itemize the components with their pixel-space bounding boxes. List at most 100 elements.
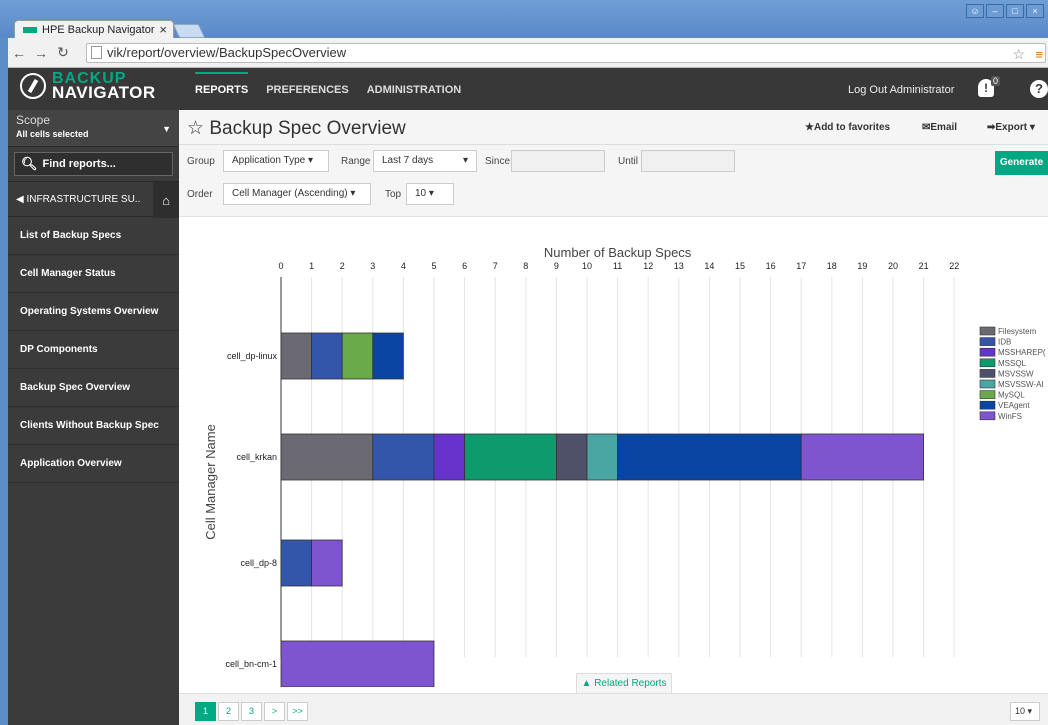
bar-segment-idb <box>280 539 313 587</box>
hpe-favicon-icon <box>23 26 37 33</box>
next-page-button[interactable]: > <box>264 702 285 721</box>
forward-icon[interactable]: → <box>30 45 52 61</box>
x-tick-label: 16 <box>766 261 776 271</box>
x-tick-label: 14 <box>704 261 714 271</box>
sidebar: Scope All cells selected ▼ 🔍︎ Find repor… <box>8 110 179 725</box>
filter-bar: Group Application Type ▾ Range Last 7 da… <box>179 145 1048 217</box>
range-value: Last 7 days <box>382 155 434 166</box>
user-icon[interactable]: ☺ <box>966 4 984 18</box>
top-value: 10 <box>415 188 427 199</box>
app: BACKUP NAVIGATOR REPORTS PREFERENCES ADM… <box>8 68 1048 725</box>
since-input[interactable] <box>511 150 605 172</box>
x-tick-label: 2 <box>340 261 345 271</box>
caret-down-icon: ▼ <box>162 124 171 134</box>
export-button[interactable]: ➡Export ▾ <box>987 122 1035 133</box>
bar-segment-winfs <box>311 539 343 587</box>
until-input[interactable] <box>641 150 735 172</box>
favorite-star-icon[interactable]: ☆ <box>187 118 204 139</box>
bar-segment-msvssw-app <box>586 433 619 481</box>
bar-segment-idb <box>372 433 435 481</box>
nav-administration[interactable]: ADMINISTRATION <box>367 84 462 96</box>
bar-segment-mssharepoint <box>433 433 466 481</box>
legend-label: MSSHAREP( <box>998 348 1046 357</box>
page-1-button[interactable]: 1 <box>195 702 216 721</box>
x-tick-label: 21 <box>919 261 929 271</box>
bar-segment-mssql <box>464 433 557 481</box>
x-tick-label: 0 <box>278 261 283 271</box>
sidebar-item-operating-systems-overview[interactable]: Operating Systems Overview <box>8 293 179 331</box>
maximize-icon[interactable]: □ <box>1006 4 1024 18</box>
close-window-icon[interactable]: × <box>1026 4 1044 18</box>
bar-segment-veagent <box>617 433 802 481</box>
last-page-button[interactable]: >> <box>287 702 308 721</box>
sidebar-item-clients-without-backup-spec[interactable]: Clients Without Backup Spec <box>8 407 179 445</box>
range-select[interactable]: Last 7 days ▾ <box>373 150 477 172</box>
browser-tab[interactable]: HPE Backup Navigator × <box>14 20 174 38</box>
url-input[interactable]: vik/report/overview/BackupSpecOverview ☆… <box>86 43 1046 63</box>
x-tick-label: 18 <box>827 261 837 271</box>
bar-segment-mysql <box>341 332 374 380</box>
sidebar-item-backup-spec-overview[interactable]: Backup Spec Overview <box>8 369 179 407</box>
sidebar-item-dp-components[interactable]: DP Components <box>8 331 179 369</box>
scope-title: Scope <box>16 113 51 127</box>
sidebar-item-cell-manager-status[interactable]: Cell Manager Status <box>8 255 179 293</box>
browser-menu-icon[interactable]: ≡ <box>1035 46 1043 64</box>
related-reports-label: Related Reports <box>594 678 667 689</box>
page-2-button[interactable]: 2 <box>218 702 239 721</box>
legend-swatch <box>979 390 996 399</box>
x-tick-label: 19 <box>857 261 867 271</box>
stacked-bar-chart: 0 1 2 3 4 5 6 7 8 9 10 11 12 13 14 15 16 17 18 19 20 21 22Numb… <box>203 245 1046 688</box>
generate-button[interactable]: Generate <box>995 151 1048 175</box>
reload-icon[interactable]: ↻ <box>52 44 74 61</box>
chevron-up-icon: ▲ <box>581 678 592 689</box>
help-icon[interactable]: ? <box>1030 80 1048 98</box>
until-label: Until <box>618 156 639 167</box>
x-tick-label: 8 <box>523 261 528 271</box>
order-value: Cell Manager (Ascending) <box>232 188 348 199</box>
x-tick-label: 15 <box>735 261 745 271</box>
page-title: ☆ Backup Spec Overview <box>187 117 406 140</box>
sidebar-item-list-of-backup-specs[interactable]: List of Backup Specs <box>8 217 179 255</box>
legend-swatch <box>979 326 996 336</box>
new-tab-button[interactable] <box>172 24 206 38</box>
top-select[interactable]: 10 ▾ <box>406 183 454 205</box>
bar-segment-filesystem <box>280 332 313 380</box>
legend-label: MySQL <box>998 391 1025 400</box>
x-tick-label: 4 <box>401 261 406 271</box>
order-select[interactable]: Cell Manager (Ascending) ▾ <box>223 183 371 205</box>
x-tick-label: 3 <box>370 261 375 271</box>
minimize-icon[interactable]: – <box>986 4 1004 18</box>
group-value: Application Type <box>232 155 306 166</box>
category-label: cell_dp-8 <box>240 558 277 568</box>
page-header: ☆ Backup Spec Overview ★Add to favorites… <box>179 110 1048 145</box>
add-to-favorites-button[interactable]: ★Add to favorites <box>805 122 890 133</box>
page-size-select[interactable]: 10 ▾ <box>1010 702 1040 721</box>
scope-selector[interactable]: Scope All cells selected ▼ <box>8 110 179 147</box>
bar-segment-filesystem <box>280 433 374 481</box>
page-icon <box>91 46 102 59</box>
nav-reports[interactable]: REPORTS <box>195 84 248 96</box>
sidebar-item-application-overview[interactable]: Application Overview <box>8 445 179 483</box>
logo[interactable]: BACKUP NAVIGATOR <box>20 71 156 101</box>
infrastructure-back-item[interactable]: ◀ INFRASTRUCTURE SU.. ⌂ <box>8 181 179 218</box>
email-button[interactable]: ✉Email <box>922 122 957 133</box>
group-select[interactable]: Application Type ▾ <box>223 150 329 172</box>
scope-value: All cells selected <box>16 129 89 139</box>
page-3-button[interactable]: 3 <box>241 702 262 721</box>
bookmark-star-icon[interactable]: ☆ <box>1012 45 1025 63</box>
page-title-text: Backup Spec Overview <box>209 118 406 139</box>
x-tick-label: 17 <box>796 261 806 271</box>
export-label: Export <box>995 122 1028 133</box>
find-reports-button[interactable]: 🔍︎ Find reports... <box>14 152 173 176</box>
home-icon[interactable]: ⌂ <box>153 182 179 218</box>
related-reports-tab[interactable]: ▲ Related Reports <box>576 673 672 693</box>
nav-preferences[interactable]: PREFERENCES <box>266 84 349 96</box>
legend-label: MSVSSW <box>998 369 1034 378</box>
tab-close-icon[interactable]: × <box>159 22 167 37</box>
x-tick-label: 5 <box>431 261 436 271</box>
logout-link[interactable]: Log Out Administrator <box>848 84 954 96</box>
legend-label: WinFS <box>998 412 1022 421</box>
find-reports-label: Find reports... <box>42 158 116 170</box>
back-icon[interactable]: ← <box>8 45 30 61</box>
add-to-favorites-label: Add to favorites <box>813 122 891 133</box>
